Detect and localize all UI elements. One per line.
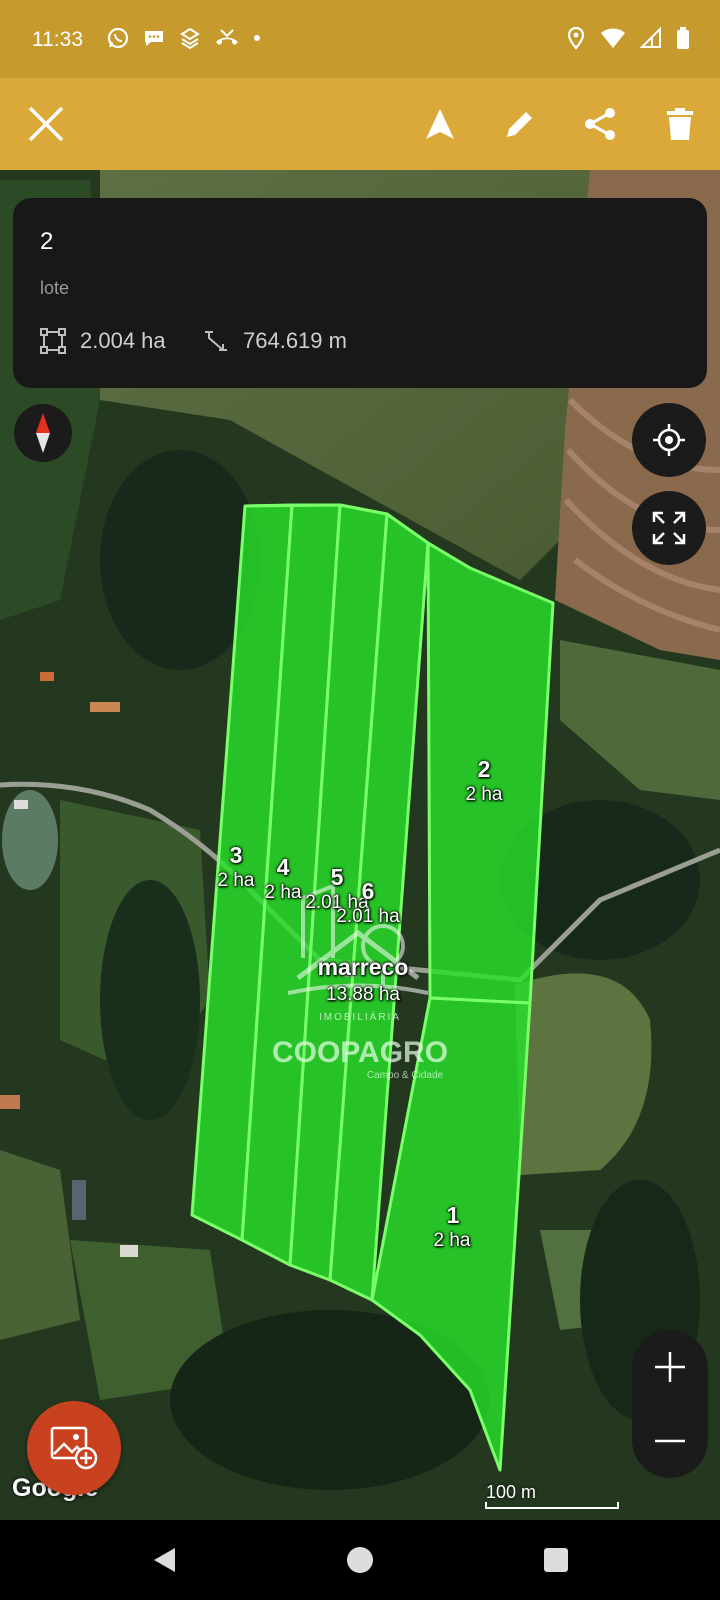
my-location-icon <box>653 424 685 456</box>
close-button[interactable] <box>22 100 70 148</box>
zoom-control <box>632 1330 708 1478</box>
parcel-1-name: 1 <box>446 1202 460 1228</box>
perimeter-metric: 764.619 m <box>203 328 347 354</box>
logo-top-text: IMOBILIÁRIA <box>318 1012 402 1023</box>
navigate-button[interactable] <box>416 100 464 148</box>
parcel-3-area: 2 ha <box>217 870 255 891</box>
parcel-6-area: 2.01 ha <box>336 906 400 927</box>
feature-title: 2 <box>40 228 54 255</box>
zoom-out-button[interactable] <box>632 1404 708 1478</box>
close-icon <box>28 106 64 142</box>
feature-subtitle: lote <box>40 278 70 298</box>
wifi-icon <box>600 27 626 54</box>
parcel-2-name: 2 <box>477 756 491 782</box>
toolbar <box>0 78 720 170</box>
back-button[interactable] <box>142 1538 186 1582</box>
parcel-1-area: 2 ha <box>433 1230 471 1251</box>
recents-button[interactable] <box>534 1538 578 1582</box>
compass-button[interactable] <box>14 404 72 462</box>
notification-icons <box>106 26 262 55</box>
parcel-6-name: 6 <box>361 878 375 904</box>
fit-bounds-button[interactable] <box>632 491 706 565</box>
home-icon <box>347 1547 373 1573</box>
app-icon <box>178 26 202 55</box>
parcel-5-name: 5 <box>330 864 344 890</box>
minus-icon <box>655 1439 685 1443</box>
add-photo-button[interactable] <box>27 1401 121 1495</box>
chat-bubble-icon <box>142 26 166 55</box>
parcel-3-name: 3 <box>229 842 243 868</box>
group-area: 13.88 ha <box>326 984 400 1005</box>
delete-button[interactable] <box>656 100 704 148</box>
area-value: 2.004 ha <box>80 328 166 353</box>
navigate-icon <box>426 109 454 139</box>
share-icon <box>585 108 615 140</box>
home-button[interactable] <box>338 1538 382 1582</box>
compass-icon <box>36 413 50 453</box>
logo-tagline-text: Campo & Cidade <box>366 1070 444 1081</box>
perimeter-icon <box>205 331 227 351</box>
perimeter-value: 764.619 m <box>243 328 347 353</box>
delete-icon <box>667 108 693 140</box>
location-icon <box>566 26 586 55</box>
expand-icon <box>652 511 686 545</box>
battery-icon <box>676 26 690 55</box>
system-icons <box>566 26 690 55</box>
parcel-4-name: 4 <box>276 854 290 880</box>
whatsapp-icon <box>106 26 130 55</box>
edit-icon <box>507 112 532 137</box>
area-metric: 2.004 ha <box>40 328 166 354</box>
scale-bar: 100 m <box>484 1482 620 1510</box>
back-icon <box>154 1548 175 1572</box>
plus-icon <box>655 1352 685 1382</box>
dot-icon <box>252 26 262 55</box>
system-nav-bar <box>0 1520 720 1600</box>
status-time: 11:33 <box>32 28 83 51</box>
parcel-4-area: 2 ha <box>264 882 302 903</box>
logo-brand-text: COOPAGRO <box>271 1036 449 1069</box>
status-bar: 11:33 <box>0 0 720 78</box>
edit-button[interactable] <box>496 100 544 148</box>
missed-call-icon <box>214 26 240 55</box>
my-location-button[interactable] <box>632 403 706 477</box>
recents-icon <box>544 1548 568 1572</box>
share-button[interactable] <box>576 100 624 148</box>
group-name: marreco <box>317 954 409 980</box>
zoom-in-button[interactable] <box>632 1330 708 1404</box>
signal-icon <box>639 26 662 54</box>
parcel-2-area: 2 ha <box>465 784 503 805</box>
add-photo-icon <box>50 1426 98 1470</box>
area-icon <box>40 328 66 354</box>
feature-info-card[interactable]: 2 lote 2.004 ha 764.619 m <box>13 198 707 388</box>
